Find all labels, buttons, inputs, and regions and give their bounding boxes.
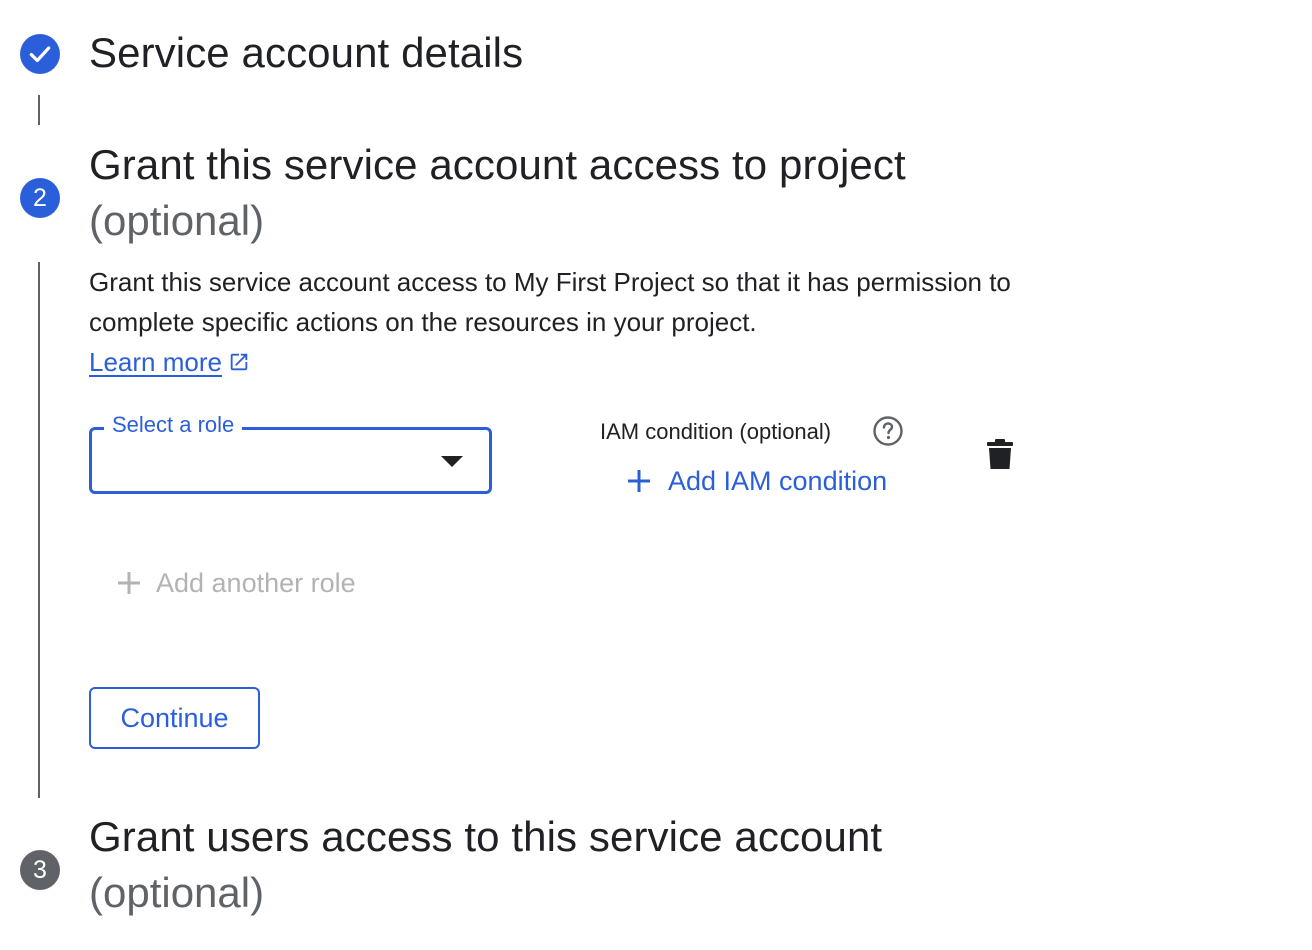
plus-icon	[628, 470, 650, 492]
step-2-indicator: 2	[20, 178, 60, 218]
step-2-description: Grant this service account access to My …	[89, 267, 1011, 337]
add-iam-condition-label: Add IAM condition	[668, 466, 888, 496]
continue-button[interactable]: Continue	[89, 687, 260, 749]
iam-condition-label: IAM condition (optional)	[600, 419, 832, 444]
step-2-optional: (optional)	[89, 197, 265, 244]
add-another-role-button[interactable]: Add another role	[116, 563, 356, 603]
step-2-title: Grant this service account access to pro…	[89, 141, 906, 188]
step-3-number: 3	[33, 855, 47, 884]
step-connector-1	[38, 95, 40, 125]
learn-more-link[interactable]: Learn more	[89, 342, 250, 382]
plus-icon	[118, 572, 140, 594]
step-2-number: 2	[33, 183, 47, 212]
role-select-label: Select a role	[104, 410, 243, 440]
dropdown-arrow-icon	[441, 456, 463, 467]
step-1-indicator	[20, 34, 60, 74]
step-3-indicator: 3	[20, 850, 60, 890]
external-link-icon	[230, 353, 248, 371]
help-circle-icon[interactable]	[872, 415, 904, 447]
step-connector-2	[38, 262, 40, 798]
check-icon	[29, 46, 51, 63]
step-1-title[interactable]: Service account details	[89, 25, 523, 81]
step-3-optional: (optional)	[89, 869, 265, 916]
step-3-title[interactable]: Grant users access to this service accou…	[89, 809, 882, 865]
add-iam-condition-button[interactable]: Add IAM condition	[626, 461, 887, 501]
learn-more-label: Learn more	[89, 347, 222, 377]
trash-icon[interactable]	[987, 438, 1013, 470]
add-another-role-label: Add another role	[156, 568, 356, 598]
